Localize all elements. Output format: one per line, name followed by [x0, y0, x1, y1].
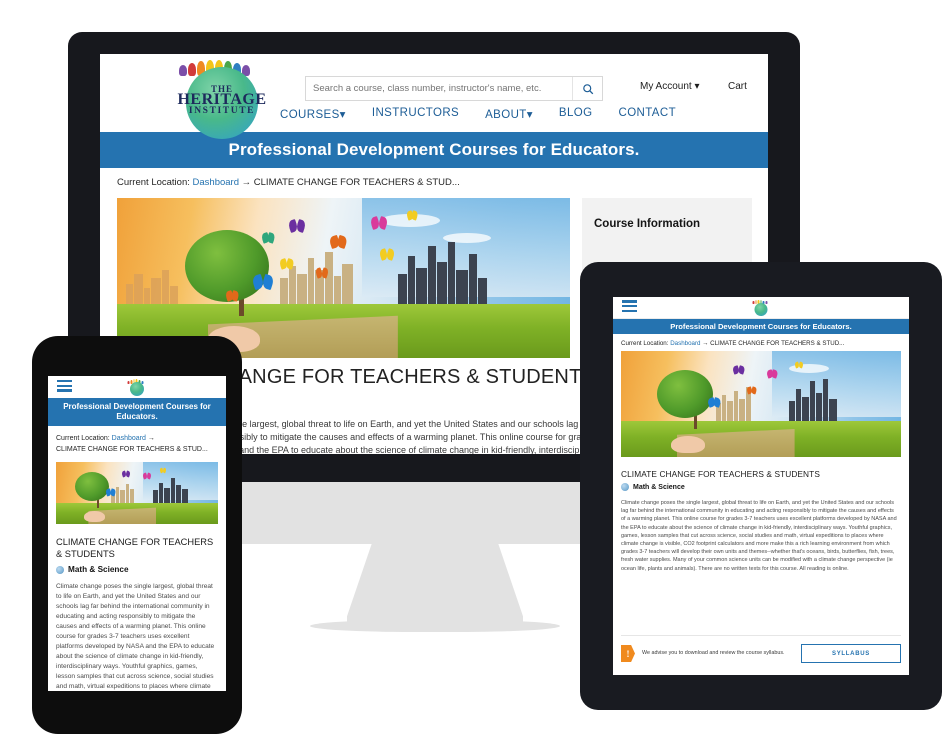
nav-item-courses[interactable]: COURSES▾ [280, 107, 346, 121]
chevron-down-icon: ▾ [694, 81, 700, 92]
search-icon [582, 83, 593, 94]
butterfly-icon [706, 396, 723, 408]
butterfly-icon [142, 472, 153, 480]
course-category-label: Math & Science [633, 483, 685, 491]
tablet-screen: Professional Development Courses for Edu… [613, 297, 909, 675]
info-icon: ! [621, 645, 635, 662]
syllabus-button[interactable]: SYLLABUS [801, 644, 901, 663]
butterfly-icon [260, 232, 277, 244]
my-account-menu[interactable]: My Account ▾ [640, 81, 700, 92]
breadcrumb-dashboard-link[interactable]: Dashboard [670, 340, 700, 347]
butterfly-icon [746, 386, 757, 395]
butterfly-icon [250, 273, 275, 290]
breadcrumb-prefix: Current Location: [56, 435, 110, 442]
monitor-stand-neck [347, 544, 523, 628]
chevron-down-icon: ▾ [339, 109, 346, 121]
breadcrumb-current: CLIMATE CHANGE FOR TEACHERS & STUD... [56, 446, 208, 453]
course-title: CLIMATE CHANGE FOR TEACHERS & STUDENTS [56, 537, 214, 559]
breadcrumb-current: CLIMATE CHANGE FOR TEACHERS & STUD... [710, 340, 845, 347]
breadcrumb-arrow-icon: → [702, 340, 709, 347]
search-bar[interactable] [305, 76, 603, 101]
breadcrumb: Current Location: Dashboard → CLIMATE CH… [613, 334, 909, 351]
nav-label: ABOUT [485, 109, 527, 121]
site-logo[interactable] [126, 379, 148, 397]
hamburger-menu-icon[interactable] [57, 379, 72, 394]
butterfly-icon [405, 210, 420, 221]
course-category-label: Math & Science [68, 565, 129, 574]
course-hero-image [621, 351, 901, 457]
globe-category-icon [56, 565, 64, 574]
butterfly-icon [765, 369, 779, 379]
butterfly-icon [378, 248, 396, 261]
butterfly-icon [158, 467, 167, 474]
breadcrumb: Current Location: Dashboard → CLIMATE CH… [100, 168, 768, 194]
course-description: Climate change poses the single largest,… [56, 583, 215, 690]
butterfly-icon [278, 258, 295, 270]
chevron-down-icon: ▾ [526, 109, 533, 121]
breadcrumb-dashboard-link[interactable]: Dashboard [112, 435, 146, 442]
nav-label: COURSES [280, 109, 340, 121]
my-account-label: My Account [640, 81, 692, 92]
responsive-device-mockup: THE HERITAGE INSTITUTE My Ac [0, 0, 950, 750]
nav-item-instructors[interactable]: INSTRUCTORS [372, 107, 459, 121]
breadcrumb-prefix: Current Location: [621, 340, 669, 347]
course-information-panel: Course Information [582, 198, 752, 270]
main-navigation: COURSES▾ INSTRUCTORS ABOUT▾ BLOG CONTACT [280, 107, 676, 121]
site-logo[interactable]: THE HERITAGE INSTITUTE [162, 60, 282, 139]
butterfly-icon [287, 219, 307, 234]
course-title: CLIMATE CHANGE FOR TEACHERS & STUDENTS [621, 469, 820, 479]
cart-link[interactable]: Cart [728, 81, 747, 92]
course-information-heading: Course Information [594, 218, 701, 230]
breadcrumb-dashboard-link[interactable]: Dashboard [193, 177, 239, 188]
phone-screen: Professional Development Courses for Edu… [48, 376, 226, 691]
tablet-device: Professional Development Courses for Edu… [580, 262, 942, 710]
page-banner: Professional Development Courses for Edu… [48, 398, 226, 426]
globe-category-icon [621, 483, 629, 491]
page-banner: Professional Development Courses for Edu… [100, 132, 768, 168]
breadcrumb: Current Location: Dashboard → CLIMATE CH… [48, 426, 226, 455]
butterfly-icon [731, 365, 746, 375]
course-hero-image [117, 198, 570, 358]
tablet-header [613, 297, 909, 319]
nav-item-blog[interactable]: BLOG [559, 107, 593, 121]
butterfly-icon [369, 216, 389, 231]
nav-item-about[interactable]: ABOUT▾ [485, 107, 533, 121]
desktop-header: THE HERITAGE INSTITUTE My Ac [100, 54, 768, 139]
butterfly-icon [224, 290, 241, 302]
breadcrumb-current: CLIMATE CHANGE FOR TEACHERS & STUD... [253, 177, 460, 188]
phone-device: Professional Development Courses for Edu… [32, 336, 242, 734]
butterfly-icon [793, 361, 804, 369]
monitor-stand-base [310, 620, 560, 632]
butterfly-icon [105, 488, 117, 497]
butterfly-icon [121, 470, 132, 478]
logo-line-institute: INSTITUTE [188, 105, 256, 116]
butterfly-icon [314, 267, 330, 280]
breadcrumb-arrow-icon: → [147, 435, 155, 442]
butterfly-icon [328, 235, 349, 250]
course-category: Math & Science [613, 479, 909, 491]
breadcrumb-arrow-icon: → [241, 177, 252, 188]
course-category: Math & Science [48, 560, 226, 574]
site-logo[interactable] [751, 300, 771, 317]
breadcrumb-prefix: Current Location: [117, 177, 190, 188]
page-banner: Professional Development Courses for Edu… [613, 319, 909, 334]
course-description: Climate change poses the single largest,… [621, 500, 897, 572]
course-hero-image [56, 462, 218, 524]
phone-header [48, 376, 226, 398]
nav-item-contact[interactable]: CONTACT [618, 107, 676, 121]
search-button[interactable] [572, 77, 602, 100]
hamburger-menu-icon[interactable] [622, 300, 637, 314]
search-input[interactable] [306, 83, 572, 94]
syllabus-notice: ! We advise you to download and review t… [621, 635, 901, 665]
syllabus-notice-text: We advise you to download and review the… [642, 649, 785, 656]
